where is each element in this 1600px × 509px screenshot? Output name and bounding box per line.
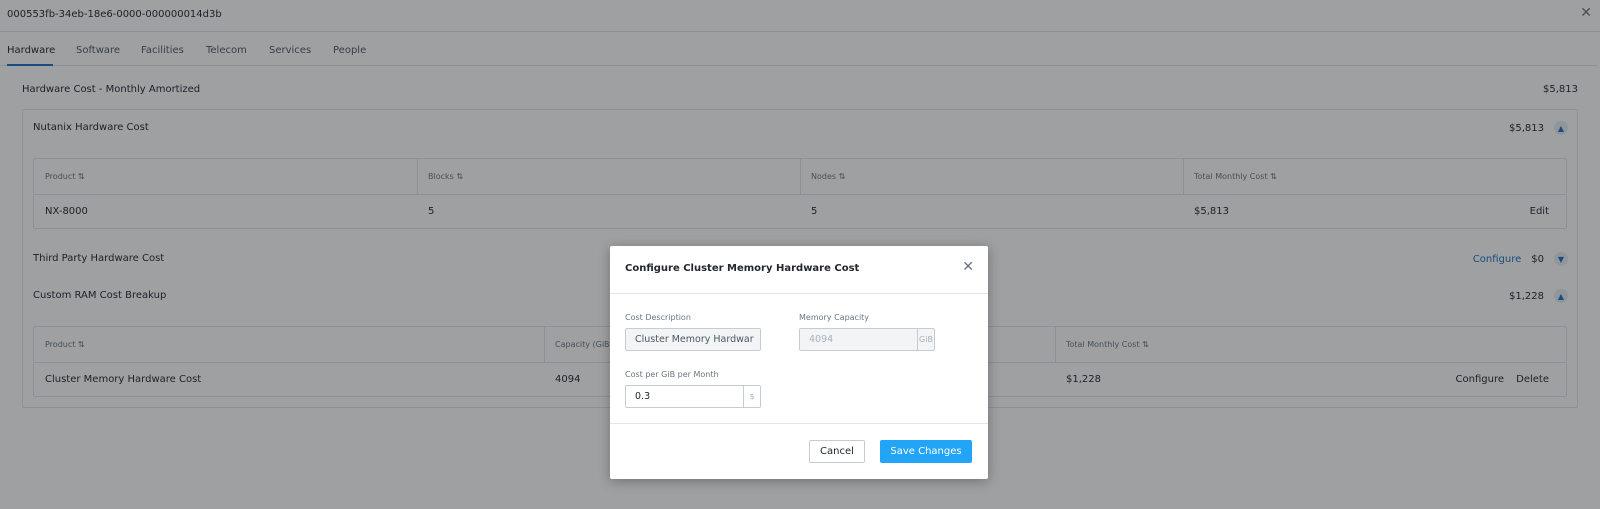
save-changes-button[interactable]: Save Changes	[880, 440, 972, 463]
cost-description-label: Cost Description	[625, 313, 691, 322]
cancel-button[interactable]: Cancel	[809, 440, 865, 463]
close-icon[interactable]: ✕	[962, 259, 974, 275]
dialog-footer-divider	[610, 423, 988, 424]
cost-per-gib-input[interactable]: 0.3 $	[625, 385, 761, 408]
dialog-title: Configure Cluster Memory Hardware Cost	[625, 263, 860, 274]
dollar-unit-label: $	[743, 386, 760, 407]
cost-description-field[interactable]: Cluster Memory Hardwar	[625, 328, 761, 351]
cost-per-gib-label: Cost per GiB per Month	[625, 370, 719, 379]
gib-unit-label: GiB	[917, 329, 934, 350]
memory-capacity-field: 4094 GiB	[799, 328, 935, 351]
memory-capacity-label: Memory Capacity	[799, 313, 870, 322]
configure-cost-dialog: Configure Cluster Memory Hardware Cost ✕…	[610, 246, 988, 479]
dialog-header: Configure Cluster Memory Hardware Cost ✕	[610, 246, 988, 294]
